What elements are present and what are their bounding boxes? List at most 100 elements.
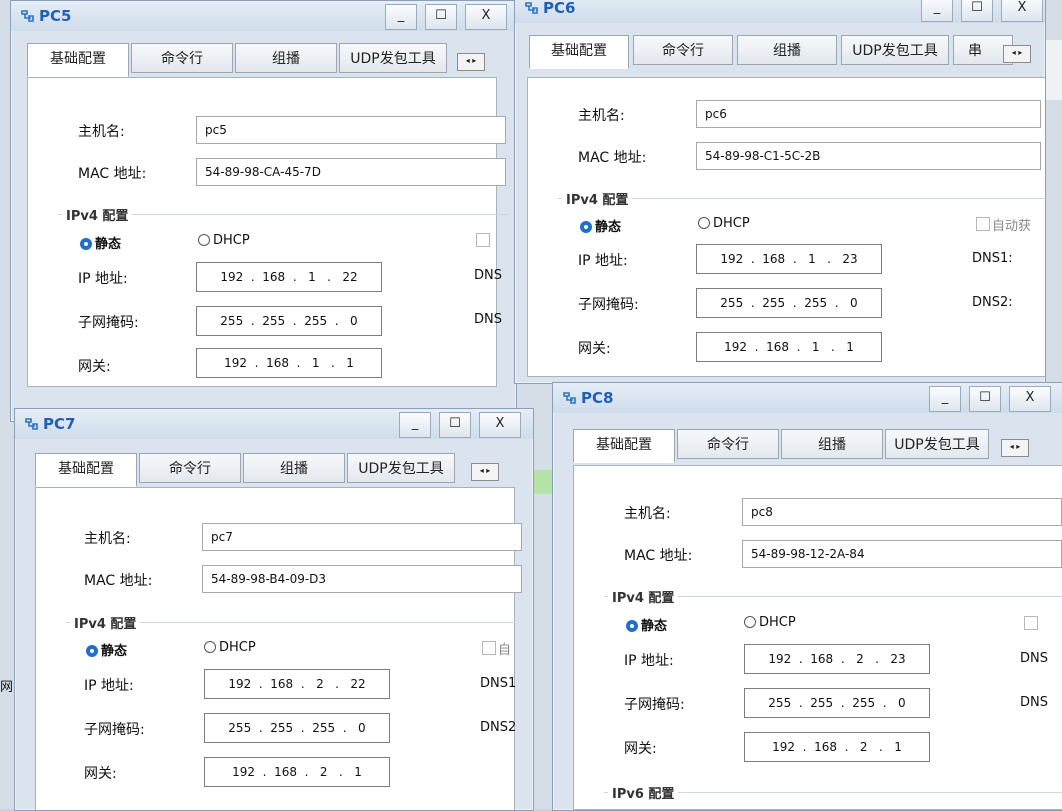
dhcp-radio[interactable]: DHCP	[198, 233, 250, 248]
hostname-field[interactable]: pc7	[202, 523, 522, 551]
ip-label: IP 地址:	[84, 678, 134, 694]
radio-selected-icon	[580, 221, 592, 233]
auto-dns-checkbox[interactable]	[976, 217, 990, 231]
maximize-button[interactable]: ☐	[425, 4, 457, 30]
ip-label: IP 地址:	[78, 271, 128, 287]
window-pc7: PC7 _ ☐ X 基础配置 命令行 组播 UDP发包工具 ◂ ▸ 主机名: p…	[14, 408, 534, 811]
close-button[interactable]: X	[479, 412, 521, 438]
tab-command-line[interactable]: 命令行	[131, 43, 233, 73]
titlebar[interactable]: PC5 _ ☐ X	[11, 1, 516, 31]
close-button[interactable]: X	[1001, 0, 1043, 22]
gateway-label: 网关:	[78, 359, 111, 375]
tab-basic-config[interactable]: 基础配置	[35, 453, 137, 487]
tab-multicast[interactable]: 组播	[243, 453, 345, 483]
maximize-button[interactable]: ☐	[969, 386, 1001, 412]
hostname-field[interactable]: pc6	[696, 100, 1041, 128]
mask-label: 子网掩码:	[578, 297, 639, 313]
tab-command-line[interactable]: 命令行	[677, 429, 779, 459]
mac-field: 54-89-98-B4-09-D3	[202, 565, 522, 593]
dns2-label: DNS	[1020, 695, 1048, 710]
tab-basic-config[interactable]: 基础配置	[573, 429, 675, 463]
static-radio[interactable]: 静态	[626, 615, 667, 634]
auto-dns-checkbox[interactable]	[482, 641, 496, 655]
dhcp-label: DHCP	[759, 615, 796, 630]
subnet-mask-input[interactable]: 255 . 255 . 255 . 0	[696, 288, 882, 318]
scroll-arrows-icon[interactable]: ◂ ▸	[471, 463, 499, 481]
ip-address-input[interactable]: 192 . 168 . 1 . 22	[196, 262, 382, 292]
tab-basic-config[interactable]: 基础配置	[27, 43, 129, 77]
static-radio[interactable]: 静态	[580, 216, 621, 235]
gateway-input[interactable]: 192 . 168 . 2 . 1	[744, 732, 930, 762]
static-label: 静态	[95, 237, 122, 252]
ipv4-group-title: IPv4 配置	[562, 193, 633, 208]
dhcp-label: DHCP	[713, 216, 750, 231]
radio-unselected-icon	[744, 616, 756, 628]
ip-address-input[interactable]: 192 . 168 . 1 . 23	[696, 244, 882, 274]
scroll-arrows-icon[interactable]: ◂ ▸	[1001, 439, 1029, 457]
titlebar[interactable]: PC8 _ ☐ X	[553, 383, 1062, 413]
ip-address-input[interactable]: 192 . 168 . 2 . 23	[744, 644, 930, 674]
minimize-button[interactable]: _	[929, 386, 961, 412]
hostname-label: 主机名:	[84, 531, 131, 547]
minimize-button[interactable]: _	[399, 412, 431, 438]
auto-dns-checkbox[interactable]	[476, 233, 490, 247]
maximize-button[interactable]: ☐	[961, 0, 993, 22]
gateway-input[interactable]: 192 . 168 . 1 . 1	[696, 332, 882, 362]
titlebar[interactable]: PC7 _ ☐ X	[15, 409, 533, 439]
static-label: 静态	[595, 220, 622, 235]
close-button[interactable]: X	[465, 4, 507, 30]
scroll-arrows-icon[interactable]: ◂ ▸	[457, 53, 485, 71]
hostname-field[interactable]: pc5	[196, 116, 506, 144]
mac-label: MAC 地址:	[578, 150, 647, 166]
network-pc-icon	[525, 2, 538, 14]
tab-basic-config[interactable]: 基础配置	[529, 35, 629, 69]
gateway-input[interactable]: 192 . 168 . 1 . 1	[196, 348, 382, 378]
titlebar[interactable]: PC6 _ ☐ X	[515, 0, 1045, 23]
hostname-label: 主机名:	[578, 108, 625, 124]
mask-label: 子网掩码:	[78, 315, 139, 331]
auto-dns-label: 自	[498, 643, 512, 658]
tab-bar: 基础配置 命令行 组播 UDP发包工具 ◂ ▸	[25, 43, 516, 77]
static-label: 静态	[641, 619, 668, 634]
close-button[interactable]: X	[1009, 386, 1051, 412]
scroll-arrows-icon[interactable]: ◂ ▸	[1003, 45, 1031, 63]
radio-unselected-icon	[698, 217, 710, 229]
tab-command-line[interactable]: 命令行	[139, 453, 241, 483]
auto-dns-label: 自动获	[992, 219, 1032, 234]
window-pc8: PC8 _ ☐ X 基础配置 命令行 组播 UDP发包工具 ◂ ▸ 主机名: p…	[552, 382, 1062, 811]
tab-udp-tool[interactable]: UDP发包工具	[339, 43, 447, 73]
window-title: PC8	[581, 389, 614, 407]
static-radio[interactable]: 静态	[80, 233, 121, 252]
hostname-field[interactable]: pc8	[742, 498, 1062, 526]
dhcp-radio[interactable]: DHCP	[204, 640, 256, 655]
tab-udp-tool[interactable]: UDP发包工具	[885, 429, 989, 459]
ipv4-group: IPv4 配置	[66, 617, 516, 642]
auto-dns-checkbox[interactable]	[1024, 616, 1038, 630]
dns2-label: DNS2:	[972, 295, 1013, 310]
mac-field: 54-89-98-C1-5C-2B	[696, 142, 1041, 170]
window-title: PC6	[543, 0, 576, 17]
tab-multicast[interactable]: 组播	[781, 429, 883, 459]
tab-multicast[interactable]: 组播	[737, 35, 837, 65]
tab-multicast[interactable]: 组播	[235, 43, 337, 73]
static-radio[interactable]: 静态	[86, 640, 127, 659]
minimize-button[interactable]: _	[385, 4, 417, 30]
subnet-mask-input[interactable]: 255 . 255 . 255 . 0	[744, 688, 930, 718]
config-panel: 主机名: pc6 MAC 地址: 54-89-98-C1-5C-2B IPv4 …	[527, 77, 1045, 377]
subnet-mask-input[interactable]: 255 . 255 . 255 . 0	[196, 306, 382, 336]
window-pc5: PC5 _ ☐ X 基础配置 命令行 组播 UDP发包工具 ◂ ▸ 主机名: p…	[10, 0, 517, 422]
config-panel: 主机名: pc7 MAC 地址: 54-89-98-B4-09-D3 IPv4 …	[35, 487, 522, 810]
maximize-button[interactable]: ☐	[439, 412, 471, 438]
dhcp-radio[interactable]: DHCP	[698, 216, 750, 231]
tab-command-line[interactable]: 命令行	[633, 35, 733, 65]
dns1-label: DNS	[474, 268, 502, 283]
tab-udp-tool[interactable]: UDP发包工具	[347, 453, 455, 483]
window-pc6: PC6 _ ☐ X 基础配置 命令行 组播 UDP发包工具 串 ◂ ▸ 主机名:…	[514, 0, 1046, 384]
dns2-label: DNS2	[480, 720, 517, 735]
ip-address-input[interactable]: 192 . 168 . 2 . 22	[204, 669, 390, 699]
tab-udp-tool[interactable]: UDP发包工具	[841, 35, 949, 65]
dhcp-radio[interactable]: DHCP	[744, 615, 796, 630]
gateway-input[interactable]: 192 . 168 . 2 . 1	[204, 757, 390, 787]
minimize-button[interactable]: _	[921, 0, 953, 22]
subnet-mask-input[interactable]: 255 . 255 . 255 . 0	[204, 713, 390, 743]
